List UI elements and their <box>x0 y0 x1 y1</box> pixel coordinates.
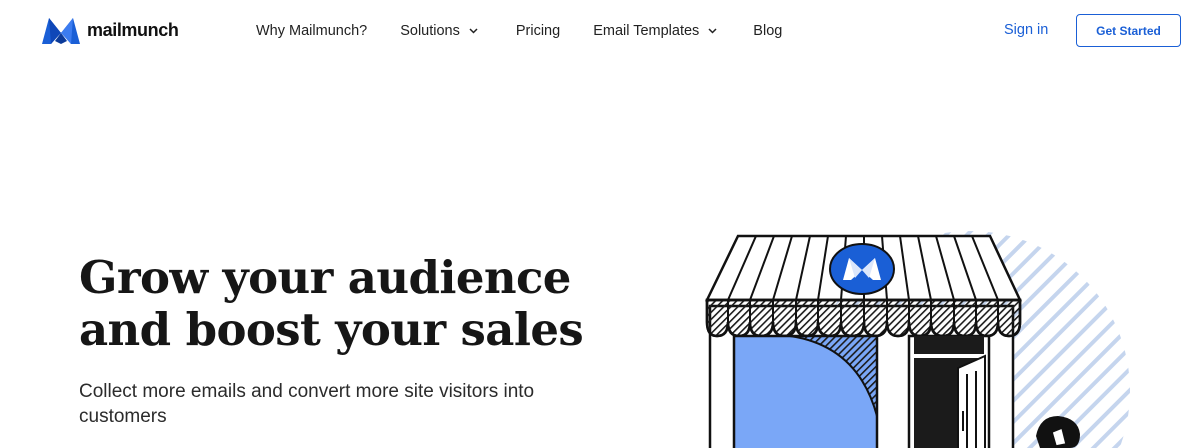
main-nav: Why Mailmunch? Solutions Pricing Email T… <box>256 0 782 62</box>
hero-title: Grow your audience and boost your sales <box>79 252 599 356</box>
nav-item-label: Why Mailmunch? <box>256 23 368 39</box>
hero-subtitle: Collect more emails and convert more sit… <box>79 381 535 427</box>
chevron-down-icon <box>708 28 717 34</box>
sign-in-link[interactable]: Sign in <box>1004 22 1048 38</box>
nav-blog[interactable]: Blog <box>753 23 782 39</box>
hero-title-line-1: Grow your audience <box>79 251 571 304</box>
site-header: mailmunch Why Mailmunch? Solutions Prici… <box>0 0 1200 62</box>
nav-item-label: Blog <box>753 23 783 39</box>
chevron-down-icon <box>469 28 478 34</box>
nav-solutions[interactable]: Solutions <box>400 23 478 39</box>
nav-item-label: Pricing <box>515 23 561 39</box>
nav-email-templates[interactable]: Email Templates <box>593 23 717 39</box>
get-started-button[interactable]: Get Started <box>1076 14 1181 47</box>
storefront-illustration-icon <box>705 231 1130 448</box>
nav-pricing[interactable]: Pricing <box>516 23 560 39</box>
logo-link[interactable]: mailmunch <box>40 16 179 45</box>
nav-item-label: Solutions <box>400 23 460 39</box>
mailmunch-logo-icon <box>42 18 80 44</box>
hero-title-line-2: and boost your sales <box>79 303 584 356</box>
landing-page: mailmunch Why Mailmunch? Solutions Prici… <box>0 0 1200 448</box>
logo-wordmark: mailmunch <box>87 20 179 40</box>
nav-why-mailmunch[interactable]: Why Mailmunch? <box>256 23 367 39</box>
nav-item-label: Email Templates <box>593 23 700 39</box>
